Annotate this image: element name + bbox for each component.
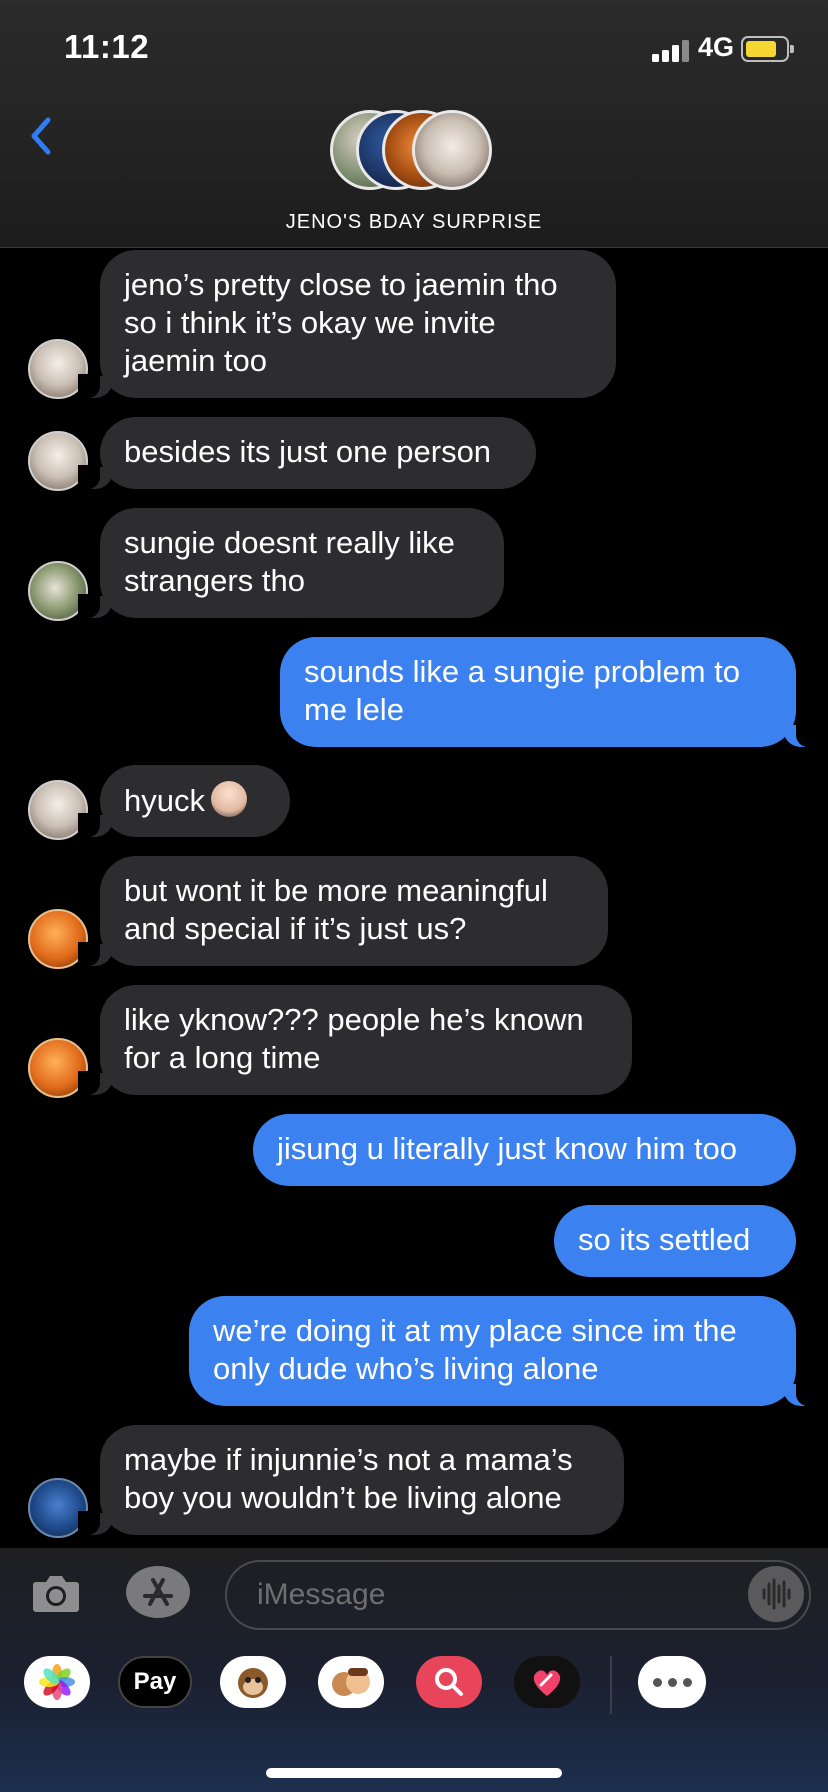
back-chevron-icon[interactable]	[24, 112, 58, 160]
message-line: so i think it’s okay we invite	[124, 305, 496, 340]
apple-pay-label: Pay	[133, 1668, 177, 1695]
message-line: for a long time	[124, 1040, 321, 1075]
message-line: so its settled	[578, 1222, 751, 1257]
face-palm-emoji-icon	[210, 781, 247, 817]
message-line: jaemin too	[124, 343, 268, 378]
sent-message[interactable]: sounds like a sungie problem to me lele	[280, 637, 818, 747]
audio-waveform-icon[interactable]	[748, 1566, 804, 1622]
received-message[interactable]: besides its just one person	[78, 417, 536, 489]
group-name[interactable]: JENO'S BDAY SURPRISE	[0, 211, 828, 234]
compose-bar: Pay	[0, 1548, 828, 1792]
message-line: we’re doing it at my place since im the	[213, 1313, 737, 1348]
message-line: and special if it’s just us?	[124, 911, 467, 946]
received-message[interactable]: sungie doesnt really like strangers tho	[78, 508, 504, 618]
camera-icon[interactable]	[30, 1568, 82, 1616]
message-line: sounds like a sungie problem to	[304, 654, 740, 689]
apps-divider	[610, 1656, 612, 1714]
imessage-apps-drawer: Pay	[0, 1656, 828, 1726]
status-time: 11:12	[64, 28, 150, 65]
network-type: 4G	[698, 32, 735, 62]
digital-touch-app-icon[interactable]	[514, 1656, 580, 1708]
battery-icon	[741, 36, 794, 62]
message-line: but wont it be more meaningful	[124, 873, 548, 908]
sent-message[interactable]: so its settled	[554, 1205, 796, 1277]
message-line: besides its just one person	[124, 434, 492, 469]
apple-pay-app[interactable]: Pay	[118, 1656, 192, 1708]
more-apps-icon[interactable]	[638, 1656, 706, 1708]
message-line: strangers tho	[124, 563, 305, 598]
app-store-icon[interactable]	[126, 1566, 190, 1618]
home-indicator[interactable]	[266, 1768, 562, 1778]
message-line: boy you wouldn’t be living alone	[124, 1480, 562, 1515]
received-message[interactable]: like yknow??? people he’s known for a lo…	[78, 985, 632, 1095]
imessage-input[interactable]	[225, 1560, 811, 1630]
photos-app-icon[interactable]	[24, 1656, 90, 1708]
message-line: me lele	[304, 692, 404, 727]
sent-message[interactable]: jisung u literally just know him too	[253, 1114, 796, 1186]
message-line: hyuck	[124, 783, 205, 818]
memoji-app-icon[interactable]	[318, 1656, 384, 1708]
message-line: jeno’s pretty close to jaemin tho	[124, 267, 558, 302]
received-message[interactable]: maybe if injunnie’s not a mama’s boy you…	[78, 1425, 624, 1535]
received-message[interactable]: hyuck	[78, 765, 290, 837]
image-search-app-icon[interactable]	[416, 1656, 482, 1708]
received-message[interactable]: jeno’s pretty close to jaemin tho so i t…	[78, 250, 616, 398]
sent-message[interactable]: we’re doing it at my place since im the …	[189, 1296, 818, 1406]
conversation-header: 11:12 4G JENO'S BDAY SURPRISE	[0, 0, 828, 248]
message-line: sungie doesnt really like	[124, 525, 455, 560]
cellular-signal-icon	[652, 38, 692, 62]
group-avatar-stack[interactable]	[330, 110, 500, 194]
message-line: maybe if injunnie’s not a mama’s	[124, 1442, 573, 1477]
received-message[interactable]: but wont it be more meaningful and speci…	[78, 856, 608, 966]
message-line: like yknow??? people he’s known	[124, 1002, 584, 1037]
message-line: only dude who’s living alone	[213, 1351, 599, 1386]
group-member-avatar	[412, 110, 492, 190]
animoji-app-icon[interactable]	[220, 1656, 286, 1708]
message-line: jisung u literally just know him too	[277, 1131, 738, 1166]
